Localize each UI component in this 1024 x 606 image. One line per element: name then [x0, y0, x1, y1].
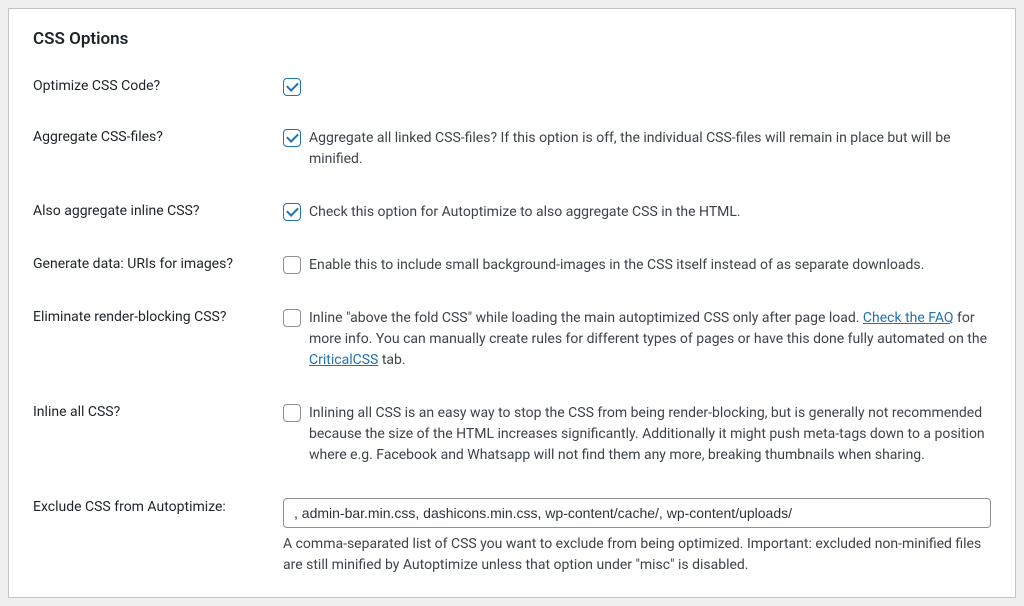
field-optimize-css	[283, 77, 991, 96]
desc-render-blocking-a: Inline "above the fold CSS" while loadin…	[309, 310, 863, 326]
field-aggregate-css: Aggregate all linked CSS-files? If this …	[283, 128, 991, 170]
row-data-uris: Generate data: URIs for images? Enable t…	[33, 255, 991, 276]
desc-render-blocking-c: tab.	[378, 352, 405, 368]
link-check-faq[interactable]: Check the FAQ	[863, 310, 954, 326]
checkbox-optimize-css[interactable]	[283, 78, 301, 96]
checkbox-aggregate-css[interactable]	[283, 129, 301, 147]
checkbox-inline-all[interactable]	[283, 404, 301, 422]
field-exclude-css: A comma-separated list of CSS you want t…	[283, 498, 991, 576]
input-exclude-css[interactable]	[283, 498, 991, 528]
link-criticalcss[interactable]: CriticalCSS	[309, 352, 378, 368]
label-render-blocking: Eliminate render-blocking CSS?	[33, 308, 283, 325]
desc-aggregate-inline: Check this option for Autoptimize to als…	[309, 202, 741, 223]
panel-title: CSS Options	[33, 29, 991, 49]
field-aggregate-inline: Check this option for Autoptimize to als…	[283, 202, 991, 223]
row-aggregate-css: Aggregate CSS-files? Aggregate all linke…	[33, 128, 991, 170]
field-inline-all: Inlining all CSS is an easy way to stop …	[283, 403, 991, 466]
desc-render-blocking: Inline "above the fold CSS" while loadin…	[309, 308, 991, 371]
label-data-uris: Generate data: URIs for images?	[33, 255, 283, 272]
label-inline-all: Inline all CSS?	[33, 403, 283, 420]
desc-aggregate-css: Aggregate all linked CSS-files? If this …	[309, 128, 991, 170]
field-render-blocking: Inline "above the fold CSS" while loadin…	[283, 308, 991, 371]
css-options-panel: CSS Options Optimize CSS Code? Aggregate…	[8, 8, 1016, 598]
help-exclude-css: A comma-separated list of CSS you want t…	[283, 534, 991, 576]
label-exclude-css: Exclude CSS from Autoptimize:	[33, 498, 283, 515]
label-aggregate-css: Aggregate CSS-files?	[33, 128, 283, 145]
label-optimize-css: Optimize CSS Code?	[33, 77, 283, 94]
row-optimize-css: Optimize CSS Code?	[33, 77, 991, 96]
row-aggregate-inline: Also aggregate inline CSS? Check this op…	[33, 202, 991, 223]
row-render-blocking: Eliminate render-blocking CSS? Inline "a…	[33, 308, 991, 371]
checkbox-render-blocking[interactable]	[283, 309, 301, 327]
desc-inline-all: Inlining all CSS is an easy way to stop …	[309, 403, 991, 466]
row-inline-all: Inline all CSS? Inlining all CSS is an e…	[33, 403, 991, 466]
row-exclude-css: Exclude CSS from Autoptimize: A comma-se…	[33, 498, 991, 576]
checkbox-data-uris[interactable]	[283, 256, 301, 274]
label-aggregate-inline: Also aggregate inline CSS?	[33, 202, 283, 219]
desc-data-uris: Enable this to include small background-…	[309, 255, 924, 276]
field-data-uris: Enable this to include small background-…	[283, 255, 991, 276]
checkbox-aggregate-inline[interactable]	[283, 203, 301, 221]
